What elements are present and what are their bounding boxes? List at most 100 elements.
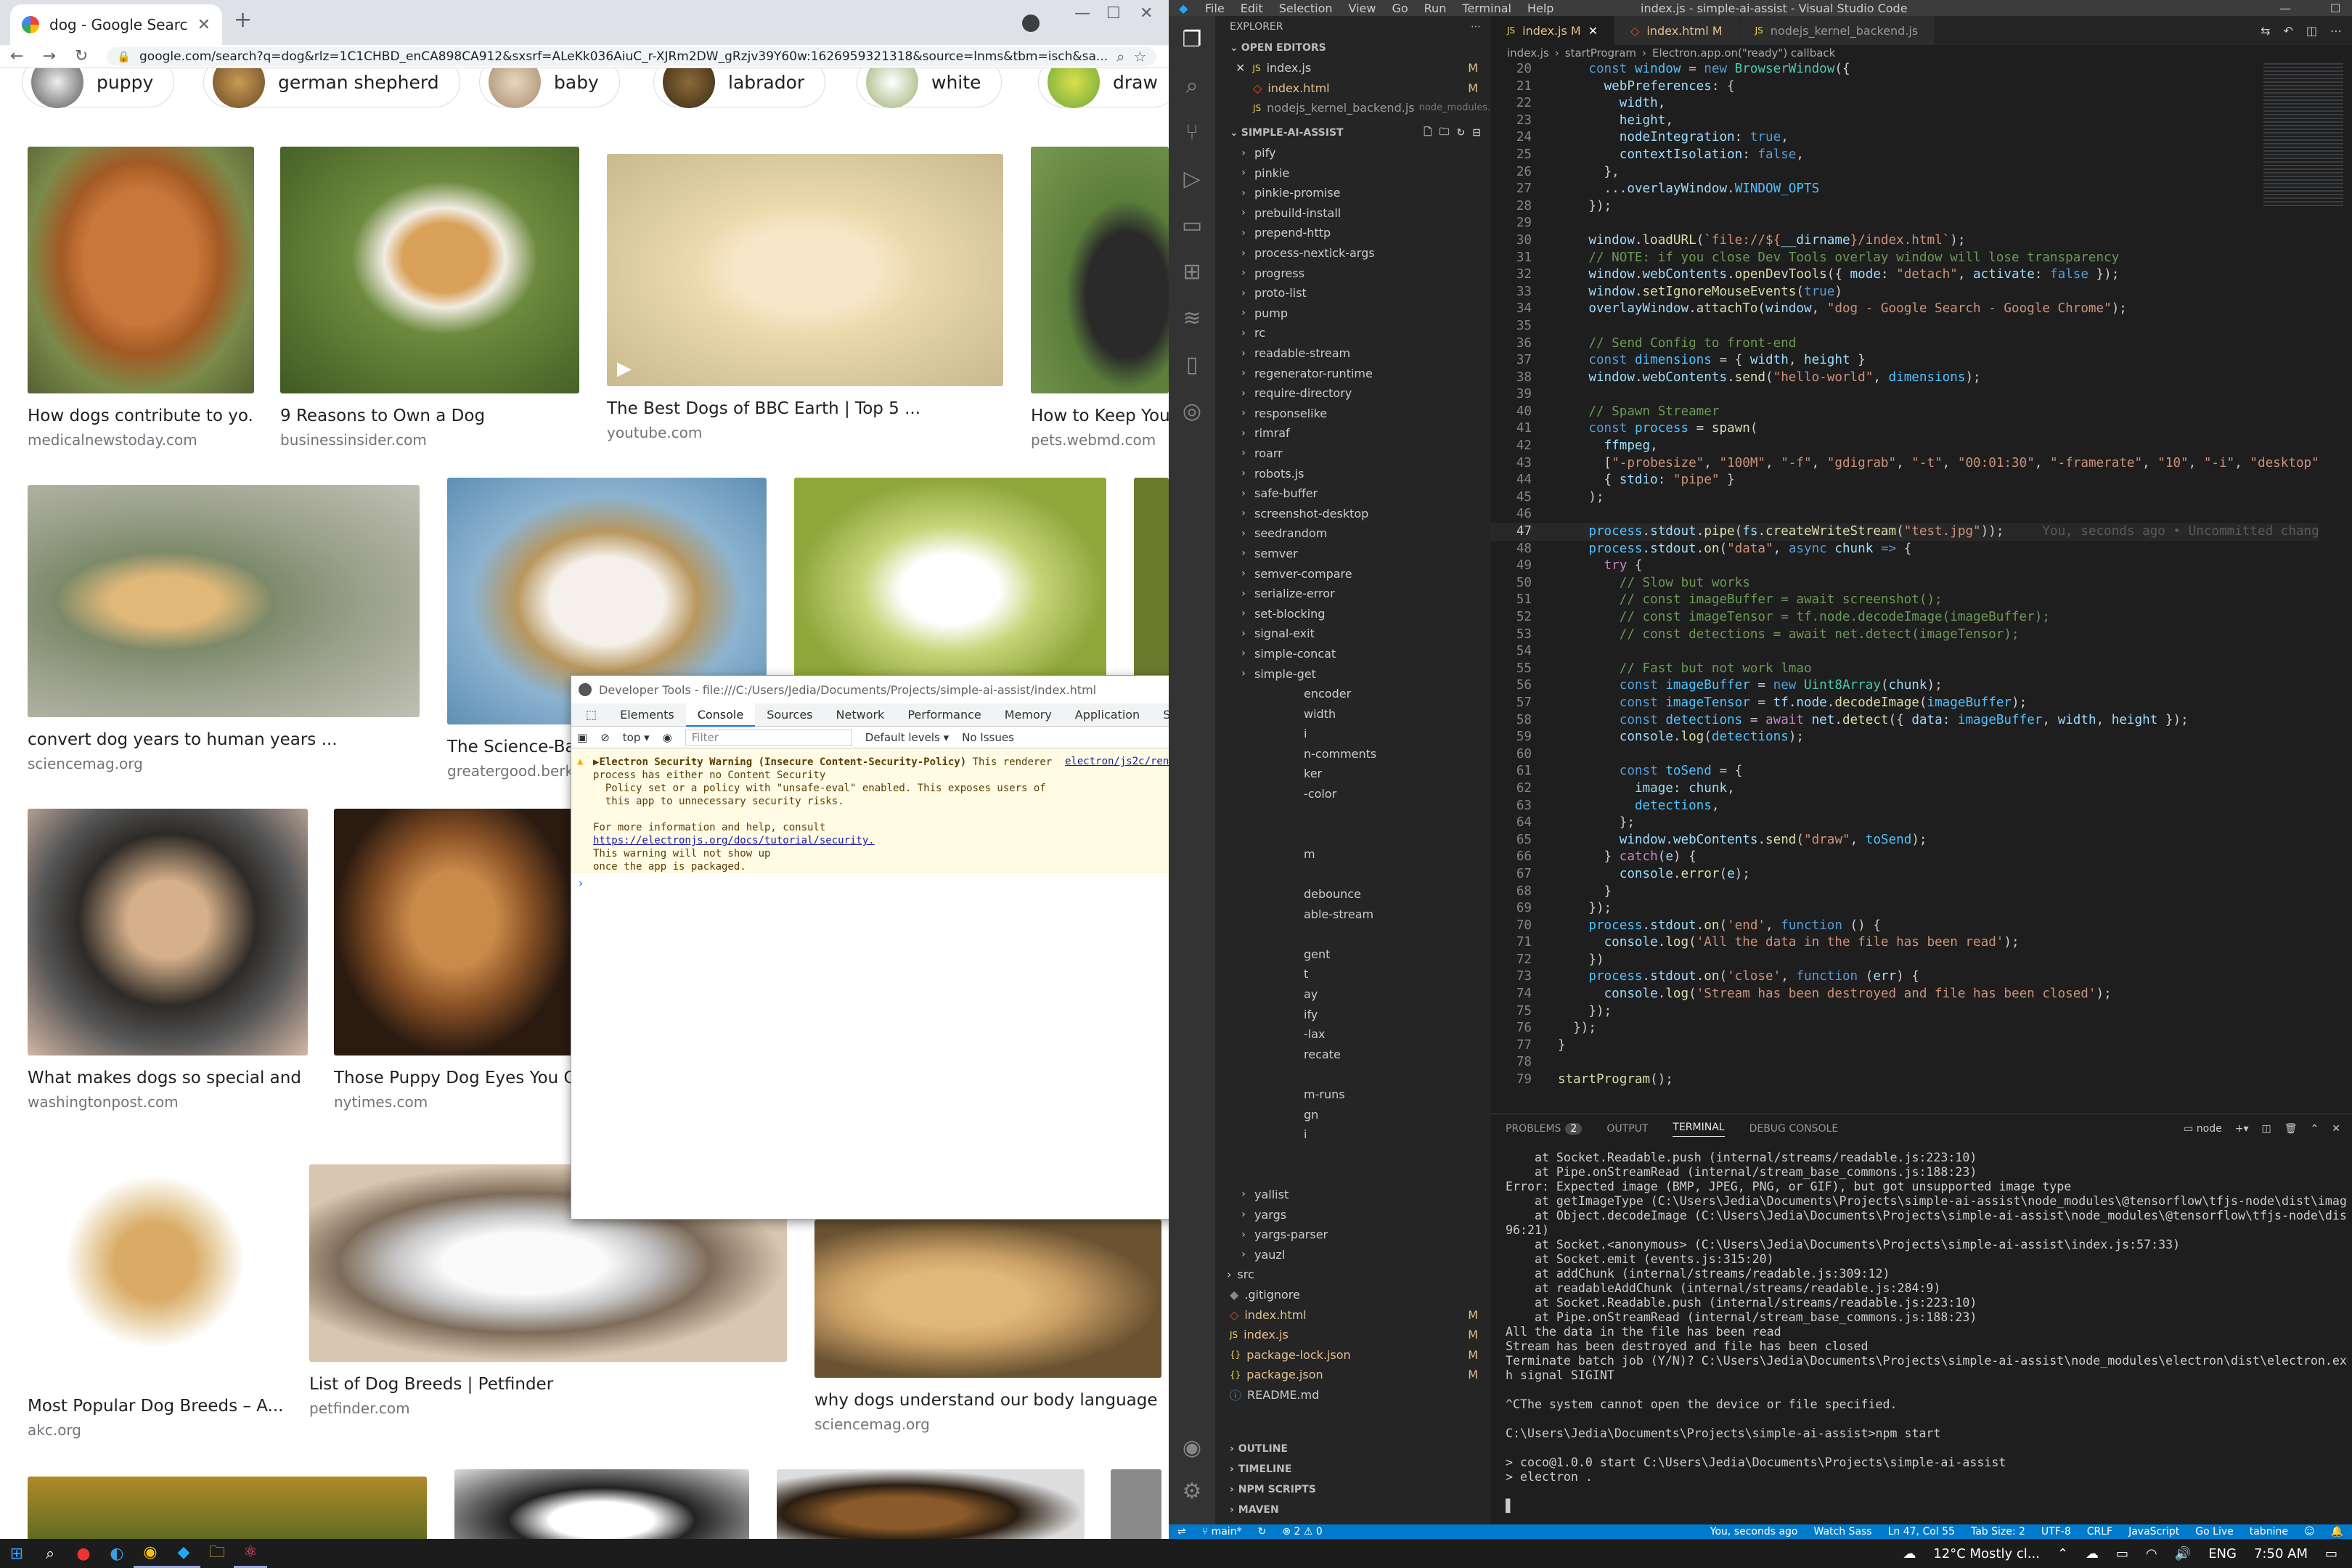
electron-app-icon[interactable]: ⚛ — [234, 1539, 267, 1568]
result-source[interactable]: sciencemag.org — [28, 755, 420, 772]
remote-icon[interactable]: ⇌ — [1177, 1526, 1186, 1538]
tree-folder[interactable]: › readable-stream — [1215, 343, 1491, 364]
image-result[interactable]: Most Popular Dog Breeds – A... akc.org — [28, 1140, 282, 1439]
issues-link[interactable]: No Issues — [962, 731, 1014, 744]
result-caption[interactable]: List of Dog Breeds | Petfinder — [309, 1375, 787, 1394]
tree-folder[interactable]: › prepend-http — [1215, 223, 1491, 243]
collapse-all-icon[interactable]: ⊟ — [1472, 127, 1481, 139]
code-line[interactable]: 36 // Send Config to front-end — [1491, 335, 2319, 353]
watch-sass-button[interactable]: Watch Sass — [1814, 1526, 1872, 1538]
gitlens-icon[interactable]: ◎ — [1169, 388, 1215, 434]
chrome-taskbar-icon[interactable]: ◉ — [134, 1539, 167, 1568]
tree-folder[interactable]: › semver — [1215, 544, 1491, 564]
minimap[interactable] — [2263, 61, 2343, 206]
tree-folder[interactable]: › proto-list — [1215, 283, 1491, 303]
tree-folder[interactable] — [1215, 824, 1491, 844]
result-source[interactable]: businessinsider.com — [280, 431, 579, 449]
result-image[interactable] — [1111, 1469, 1161, 1539]
context-select[interactable]: top ▾ — [623, 731, 650, 744]
menu-file[interactable]: File — [1205, 1, 1225, 15]
code-line[interactable]: 61 const toSend = { — [1491, 763, 2319, 780]
result-caption[interactable]: Most Popular Dog Breeds – A... — [28, 1397, 282, 1416]
tree-folder[interactable]: › simple-concat — [1215, 644, 1491, 664]
tree-folder[interactable]: › rc — [1215, 323, 1491, 343]
tree-folder[interactable]: › yargs — [1215, 1204, 1491, 1225]
code-line[interactable]: 37 const dimensions = { width, height } — [1491, 352, 2319, 369]
code-line[interactable]: 39 — [1491, 386, 2319, 404]
code-line[interactable]: 31 // NOTE: if you close Dev Tools overl… — [1491, 250, 2319, 267]
close-tab-icon[interactable]: ✕ — [197, 16, 211, 34]
code-line[interactable]: 58 const detections = await net.detect({… — [1491, 712, 2319, 730]
minimize-icon[interactable]: — — [1074, 4, 1090, 23]
tree-folder[interactable] — [1215, 1144, 1491, 1164]
code-line[interactable]: 30 window.loadURL(`file://${__dirname}/i… — [1491, 232, 2319, 250]
close-tab-icon[interactable]: ✕ — [1588, 24, 1598, 38]
result-source[interactable]: petfinder.com — [309, 1400, 787, 1417]
tree-file[interactable]: ◆ .gitignore — [1215, 1285, 1491, 1305]
code-line[interactable]: 42 ffmpeg, — [1491, 438, 2319, 455]
code-line[interactable]: 55 // Fast but not work lmao — [1491, 661, 2319, 678]
tree-folder[interactable]: -color — [1215, 784, 1491, 804]
image-result[interactable] — [1111, 1469, 1161, 1539]
editor-tab-index-html[interactable]: ◇ index.html M — [1614, 16, 1739, 45]
code-line[interactable]: 49 try { — [1491, 558, 2319, 575]
menu-view[interactable]: View — [1349, 1, 1376, 15]
tree-folder[interactable]: › rimraf — [1215, 423, 1491, 444]
tab-console[interactable]: Console — [685, 703, 756, 727]
result-image[interactable] — [1031, 147, 1169, 393]
result-caption[interactable]: 9 Reasons to Own a Dog — [280, 407, 579, 425]
result-source[interactable]: akc.org — [28, 1421, 282, 1439]
code-line[interactable]: 79 startProgram(); — [1491, 1071, 2319, 1089]
code-line[interactable]: 77} — [1491, 1037, 2319, 1055]
maximize-panel-icon[interactable]: ⌃ — [2311, 1123, 2319, 1135]
search-icon[interactable]: ⌕ — [33, 1539, 67, 1568]
search-icon[interactable]: ⌕ — [1169, 62, 1215, 109]
code-line[interactable]: 23 height, — [1491, 113, 2319, 130]
go-back-icon[interactable]: ↶ — [2283, 24, 2292, 38]
code-line[interactable]: 60 — [1491, 746, 2319, 764]
breadcrumb-function[interactable]: startProgram — [1565, 46, 1636, 60]
code-line[interactable]: 33 window.setIgnoreMouseEvents(true) — [1491, 284, 2319, 301]
result-source[interactable]: washingtonpost.com — [28, 1093, 308, 1111]
panel-tab-output[interactable]: OUTPUT — [1606, 1123, 1648, 1135]
back-icon[interactable]: ← — [10, 47, 23, 65]
code-line[interactable]: 73 process.stdout.on('close', function (… — [1491, 968, 2319, 986]
result-caption[interactable]: What makes dogs so special and ... — [28, 1069, 308, 1087]
code-line[interactable]: 28 }); — [1491, 198, 2319, 216]
result-image[interactable] — [334, 809, 573, 1055]
minimize-icon[interactable]: — — [2279, 1, 2291, 15]
notifications-bell-icon[interactable]: 🔔 — [2331, 1526, 2343, 1538]
tree-folder[interactable]: › pinkie-promise — [1215, 183, 1491, 203]
chip-labrador[interactable]: labrador — [653, 68, 826, 108]
result-source[interactable]: sciencemag.org — [814, 1416, 1161, 1433]
code-line[interactable]: 74 console.log('Stream has been destroye… — [1491, 986, 2319, 1003]
panel-tab-debug-console[interactable]: DEBUG CONSOLE — [1749, 1123, 1839, 1135]
tree-folder[interactable]: › yallist — [1215, 1185, 1491, 1205]
cursor-position[interactable]: Ln 47, Col 55 — [1888, 1526, 1955, 1538]
code-line[interactable]: 25 contextIsolation: false, — [1491, 147, 2319, 164]
code-line[interactable]: 54 — [1491, 643, 2319, 661]
result-image[interactable] — [28, 1140, 282, 1384]
new-file-icon[interactable]: 🗋 — [1424, 124, 1432, 142]
image-result[interactable] — [454, 1469, 749, 1539]
tree-folder[interactable]: › seedrandom — [1215, 523, 1491, 544]
result-image[interactable] — [814, 1220, 1161, 1378]
tree-folder[interactable]: › serialize-error — [1215, 584, 1491, 604]
code-line[interactable]: 56 const imageBuffer = new Uint8Array(ch… — [1491, 677, 2319, 695]
new-folder-icon[interactable]: 🗀 — [1440, 124, 1450, 142]
code-line[interactable]: 29 — [1491, 215, 2319, 232]
console-filter-input[interactable]: Filter — [685, 729, 852, 746]
terminal-selector[interactable]: ▭ node — [2184, 1123, 2222, 1135]
split-terminal-icon[interactable]: ◫ — [2262, 1123, 2271, 1135]
tree-folder[interactable]: ay — [1215, 984, 1491, 1005]
tree-folder[interactable]: gn — [1215, 1104, 1491, 1124]
code-line[interactable]: 75 }); — [1491, 1003, 2319, 1021]
tree-folder[interactable] — [1215, 864, 1491, 884]
feedback-icon[interactable]: ☺ — [2304, 1526, 2315, 1538]
result-source[interactable]: youtube.com — [607, 424, 1003, 441]
new-tab-button[interactable]: + — [234, 7, 252, 33]
source-control-icon[interactable]: ⑂ — [1169, 109, 1215, 155]
npm-scripts-section[interactable]: › NPM SCRIPTS — [1215, 1479, 1491, 1500]
result-image[interactable] — [777, 1469, 1085, 1539]
onedrive-icon[interactable]: ☁ — [2086, 1546, 2099, 1561]
